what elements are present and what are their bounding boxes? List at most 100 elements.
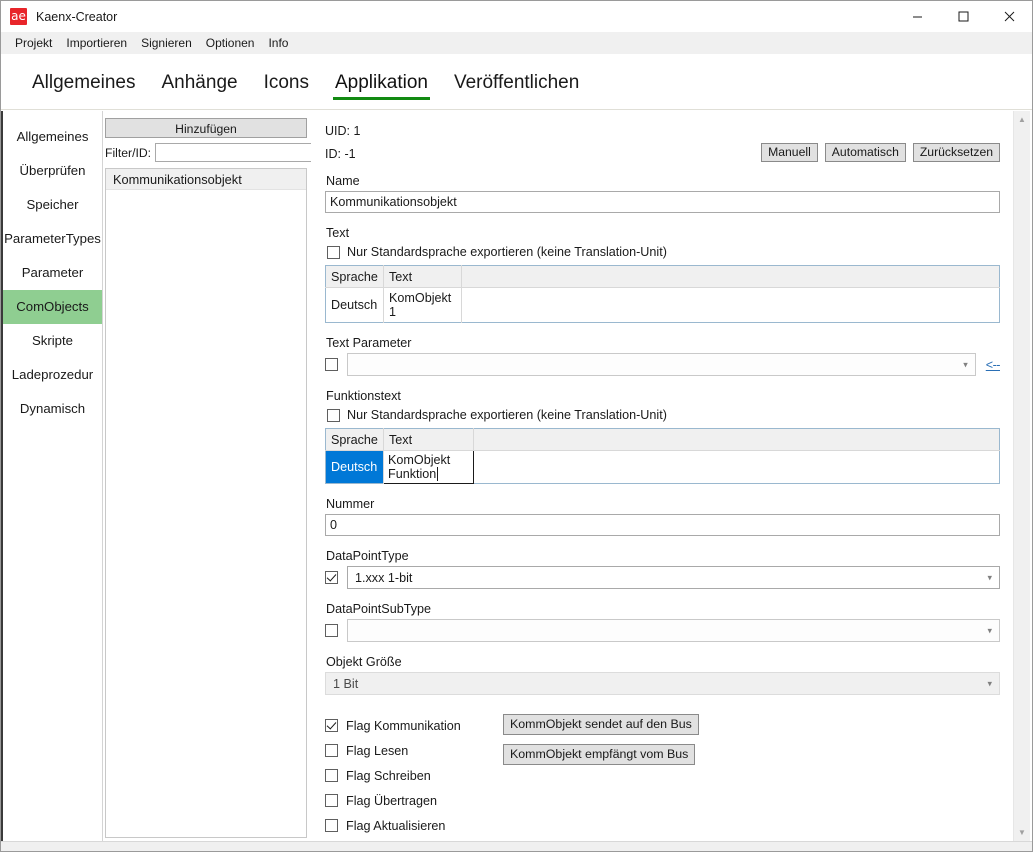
column-header-text: Text — [384, 266, 462, 288]
tab-anhaenge[interactable]: Anhänge — [149, 54, 251, 100]
flag-schreiben-row[interactable]: Flag Schreiben — [325, 763, 503, 788]
flag-kommunikation-label: Flag Kommunikation — [346, 719, 461, 733]
app-logo-icon: ae — [10, 8, 27, 25]
maximize-button[interactable] — [940, 1, 986, 32]
bottom-strip — [1, 841, 1032, 851]
text-parameter-back-link[interactable]: <-- — [986, 358, 1000, 372]
cell-filler — [462, 288, 1000, 323]
menu-item-projekt[interactable]: Projekt — [8, 34, 59, 52]
menu-item-info[interactable]: Info — [261, 34, 295, 52]
sidebar-item-speicher[interactable]: Speicher — [3, 188, 102, 222]
datapointtype-row: 1.xxx 1-bit ▾ — [325, 566, 1000, 589]
column-header-sprache: Sprache — [326, 429, 384, 451]
text-parameter-label: Text Parameter — [326, 336, 1000, 350]
uid-label: UID: 1 — [325, 124, 1000, 138]
nummer-input[interactable] — [325, 514, 1000, 536]
column-header-filler — [462, 266, 1000, 288]
flag-uebertragen-checkbox[interactable] — [325, 794, 338, 807]
form-vertical-scrollbar[interactable]: ▲ ▼ — [1013, 111, 1030, 841]
main-tab-bar: Allgemeines Anhänge Icons Applikation Ve… — [1, 54, 1032, 110]
objektgroesse-combobox: 1 Bit ▾ — [325, 672, 1000, 695]
datapointsubtype-checkbox[interactable] — [325, 624, 338, 637]
funktionstext-translation-table[interactable]: Sprache Text Deutsch KomObjekt Funktion — [325, 428, 1000, 484]
table-row[interactable]: Deutsch KomObjekt 1 — [326, 288, 1000, 323]
scroll-up-icon[interactable]: ▲ — [1014, 111, 1030, 128]
text-export-checkbox[interactable] — [327, 246, 340, 259]
automatisch-button[interactable]: Automatisch — [825, 143, 906, 162]
chevron-down-icon: ▾ — [987, 679, 992, 688]
datapointsubtype-row: ▾ — [325, 619, 1000, 642]
menu-item-importieren[interactable]: Importieren — [59, 34, 134, 52]
datapointtype-label: DataPointType — [326, 549, 1000, 563]
cell-text-editing[interactable]: KomObjekt Funktion — [384, 451, 474, 484]
flag-lesen-checkbox[interactable] — [325, 744, 338, 757]
empfaengt-vom-bus-button[interactable]: KommObjekt empfängt vom Bus — [503, 744, 695, 765]
menu-item-optionen[interactable]: Optionen — [199, 34, 262, 52]
text-translation-table[interactable]: Sprache Text Deutsch KomObjekt 1 — [325, 265, 1000, 323]
flag-lesen-label: Flag Lesen — [346, 744, 408, 758]
filter-input[interactable] — [155, 143, 321, 162]
nummer-label: Nummer — [326, 497, 1000, 511]
datapointtype-checkbox[interactable] — [325, 571, 338, 584]
flags-block: Flag Kommunikation Flag Lesen Flag Schre… — [325, 713, 1000, 841]
zuruecksetzen-button[interactable]: Zurücksetzen — [913, 143, 1000, 162]
objektgroesse-row: 1 Bit ▾ — [325, 672, 1000, 695]
flag-uebertragen-row[interactable]: Flag Übertragen — [325, 788, 503, 813]
text-parameter-checkbox[interactable] — [325, 358, 338, 371]
sidebar-item-dynamisch[interactable]: Dynamisch — [3, 392, 102, 426]
datapointtype-combobox[interactable]: 1.xxx 1-bit ▾ — [347, 566, 1000, 589]
funktionstext-export-checkbox-label: Nur Standardsprache exportieren (keine T… — [347, 408, 667, 422]
manuell-button[interactable]: Manuell — [761, 143, 818, 162]
sendet-auf-bus-button[interactable]: KommObjekt sendet auf den Bus — [503, 714, 699, 735]
table-header-row: Sprache Text — [326, 266, 1000, 288]
workspace: Allgemeines Überprüfen Speicher Paramete… — [1, 111, 1032, 851]
name-input[interactable] — [325, 191, 1000, 213]
sidebar-item-parametertypes[interactable]: ParameterTypes — [3, 222, 102, 256]
cell-text[interactable]: KomObjekt 1 — [384, 288, 462, 323]
scroll-down-icon[interactable]: ▼ — [1014, 824, 1030, 841]
sidebar-item-parameter[interactable]: Parameter — [3, 256, 102, 290]
add-button[interactable]: Hinzufügen — [105, 118, 307, 138]
text-label: Text — [326, 226, 1000, 240]
chevron-down-icon: ▾ — [963, 360, 968, 369]
funktionstext-export-default-only-row[interactable]: Nur Standardsprache exportieren (keine T… — [327, 408, 1000, 422]
funktionstext-label: Funktionstext — [326, 389, 1000, 403]
tab-icons[interactable]: Icons — [251, 54, 322, 100]
flag-lesen-row[interactable]: Flag Lesen — [325, 738, 503, 763]
text-export-default-only-row[interactable]: Nur Standardsprache exportieren (keine T… — [327, 245, 1000, 259]
name-label: Name — [326, 174, 1000, 188]
objektgroesse-label: Objekt Größe — [326, 655, 1000, 669]
table-row[interactable]: Deutsch KomObjekt Funktion — [326, 451, 1000, 484]
column-header-sprache: Sprache — [326, 266, 384, 288]
menu-item-signieren[interactable]: Signieren — [134, 34, 199, 52]
flag-aktualisieren-row[interactable]: Flag Aktualisieren — [325, 813, 503, 838]
application-window: ae Kaenx-Creator Projekt Imp — [0, 0, 1033, 852]
sidebar-item-allgemeines[interactable]: Allgemeines — [3, 120, 102, 154]
sidebar-item-skripte[interactable]: Skripte — [3, 324, 102, 358]
flag-schreiben-checkbox[interactable] — [325, 769, 338, 782]
sidebar-item-ladeprozedur[interactable]: Ladeprozedur — [3, 358, 102, 392]
list-item[interactable]: Kommunikationsobjekt — [106, 169, 306, 190]
tab-applikation[interactable]: Applikation — [322, 54, 441, 100]
flag-kommunikation-checkbox[interactable] — [325, 719, 338, 732]
flag-kommunikation-row[interactable]: Flag Kommunikation — [325, 713, 503, 738]
comobject-listbox[interactable]: Kommunikationsobjekt — [105, 168, 307, 838]
maximize-icon — [958, 11, 969, 22]
text-parameter-combobox[interactable]: ▾ — [347, 353, 976, 376]
flag-aktualisieren-checkbox[interactable] — [325, 819, 338, 832]
close-button[interactable] — [986, 1, 1032, 32]
sidebar-item-comobjects[interactable]: ComObjects — [3, 290, 102, 324]
datapointsubtype-combobox[interactable]: ▾ — [347, 619, 1000, 642]
flag-uebertragen-label: Flag Übertragen — [346, 794, 437, 808]
cell-language[interactable]: Deutsch — [326, 451, 384, 484]
tab-veroeffentlichen[interactable]: Veröffentlichen — [441, 54, 592, 100]
funktionstext-export-checkbox[interactable] — [327, 409, 340, 422]
section-sidebar: Allgemeines Überprüfen Speicher Paramete… — [3, 111, 103, 841]
minimize-button[interactable] — [894, 1, 940, 32]
cell-language[interactable]: Deutsch — [326, 288, 384, 323]
title-bar: ae Kaenx-Creator — [1, 1, 1032, 32]
tab-allgemeines[interactable]: Allgemeines — [19, 54, 149, 100]
filter-row: Filter/ID: — [105, 143, 307, 162]
flags-column: Flag Kommunikation Flag Lesen Flag Schre… — [325, 713, 503, 841]
sidebar-item-ueberpruefen[interactable]: Überprüfen — [3, 154, 102, 188]
